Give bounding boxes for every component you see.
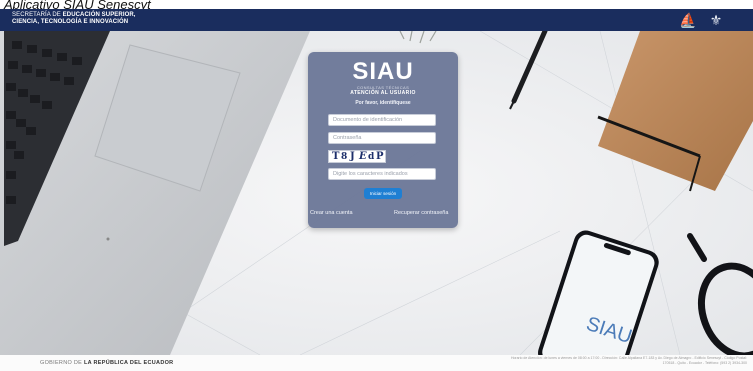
captcha-char-1: T xyxy=(332,151,340,162)
government-brand: GOBIERNO DE LA REPÚBLICA DEL ECUADOR xyxy=(40,360,174,366)
footer-address: Horario de Atención: de lunes a viernes … xyxy=(510,356,747,365)
brand-line-1: SECRETARÍA DE EDUCACIÓN SUPERIOR, xyxy=(12,12,136,18)
captcha-char-2: 8 xyxy=(341,152,348,162)
create-account-link[interactable]: Crear una cuenta xyxy=(310,210,353,216)
captcha-input[interactable] xyxy=(328,168,436,180)
ship-emblem-icon: ⛵ xyxy=(679,12,697,28)
brand-line-2: CIENCIA, TECNOLOGÍA E INNOVACIÓN xyxy=(12,19,129,25)
national-coat-of-arms-icon: ⚜ xyxy=(709,12,723,28)
siau-logo: SIAU xyxy=(352,58,414,85)
login-submit-button[interactable]: Iniciar sesión xyxy=(364,188,402,199)
login-prompt: Por favor, identifíquese xyxy=(355,100,411,106)
document-id-input[interactable] xyxy=(328,114,436,126)
logo-subtitle-2: ATENCIÓN AL USUARIO xyxy=(350,90,416,96)
senescyt-brand[interactable]: SECRETARÍA DE EDUCACIÓN SUPERIOR, CIENCI… xyxy=(12,12,136,26)
captcha-char-6: P xyxy=(376,151,384,162)
recover-password-link[interactable]: Recuperar contraseña xyxy=(394,210,448,216)
captcha-char-3: J xyxy=(350,151,355,162)
login-panel: SIAU CONSULTAS TÉCNICAS ATENCIÓN AL USUA… xyxy=(308,52,458,228)
captcha-char-4: E xyxy=(359,151,367,162)
top-header-bar: SECRETARÍA DE EDUCACIÓN SUPERIOR, CIENCI… xyxy=(0,9,753,31)
page-footer: GOBIERNO DE LA REPÚBLICA DEL ECUADOR Hor… xyxy=(0,355,753,371)
password-input[interactable] xyxy=(328,132,436,144)
page-caption: Aplicativo SIAU Senescyt xyxy=(0,0,753,9)
captcha-char-5: d xyxy=(368,152,375,162)
captcha-image: T 8 J E d P xyxy=(328,150,386,163)
hero-background: SIAU SIAU CONSULTAS TÉCNICAS ATENCIÓN AL… xyxy=(0,31,753,355)
